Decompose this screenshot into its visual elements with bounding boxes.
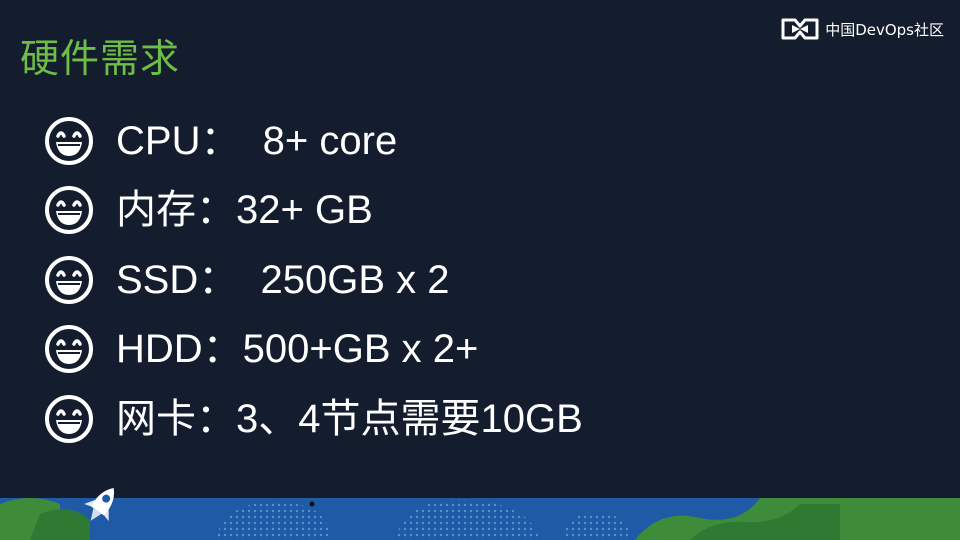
grinning-face-icon: [45, 325, 93, 374]
bullet-item: SSD： 250GB x 2: [44, 245, 583, 315]
bullet-text: HDD：500+GB x 2+: [116, 327, 479, 372]
bullet-item: HDD：500+GB x 2+: [44, 315, 583, 385]
bullet-list: CPU： 8+ core 内存：32+ GB SSD： 250GB x 2 HD…: [44, 106, 583, 454]
bullet-text: CPU： 8+ core: [116, 118, 398, 163]
grinning-face-icon: [45, 255, 93, 304]
grinning-face-icon: [45, 116, 93, 165]
grinning-face-icon: [45, 394, 93, 443]
grinning-face-icon: [45, 186, 93, 235]
logo-text: 中国DevOps社区: [825, 20, 944, 39]
bullet-text: 内存：32+ GB: [116, 188, 373, 233]
bullet-item: CPU： 8+ core: [44, 106, 583, 176]
slide: 硬件需求 中国DevOps社区 CPU： 8+ core 内存：32+ GB S…: [0, 0, 960, 540]
bullet-text: 网卡：3、4节点需要10GB: [116, 396, 583, 441]
brand-logo: 中国DevOps社区: [781, 18, 944, 40]
slide-title: 硬件需求: [20, 37, 181, 82]
bullet-item: 网卡：3、4节点需要10GB: [44, 384, 583, 454]
footer-decoration: [0, 498, 960, 540]
bullet-item: 内存：32+ GB: [44, 176, 583, 246]
bullet-text: SSD： 250GB x 2: [116, 257, 450, 302]
rocket-icon: [84, 487, 115, 522]
devops-community-logo-icon: [781, 18, 819, 40]
